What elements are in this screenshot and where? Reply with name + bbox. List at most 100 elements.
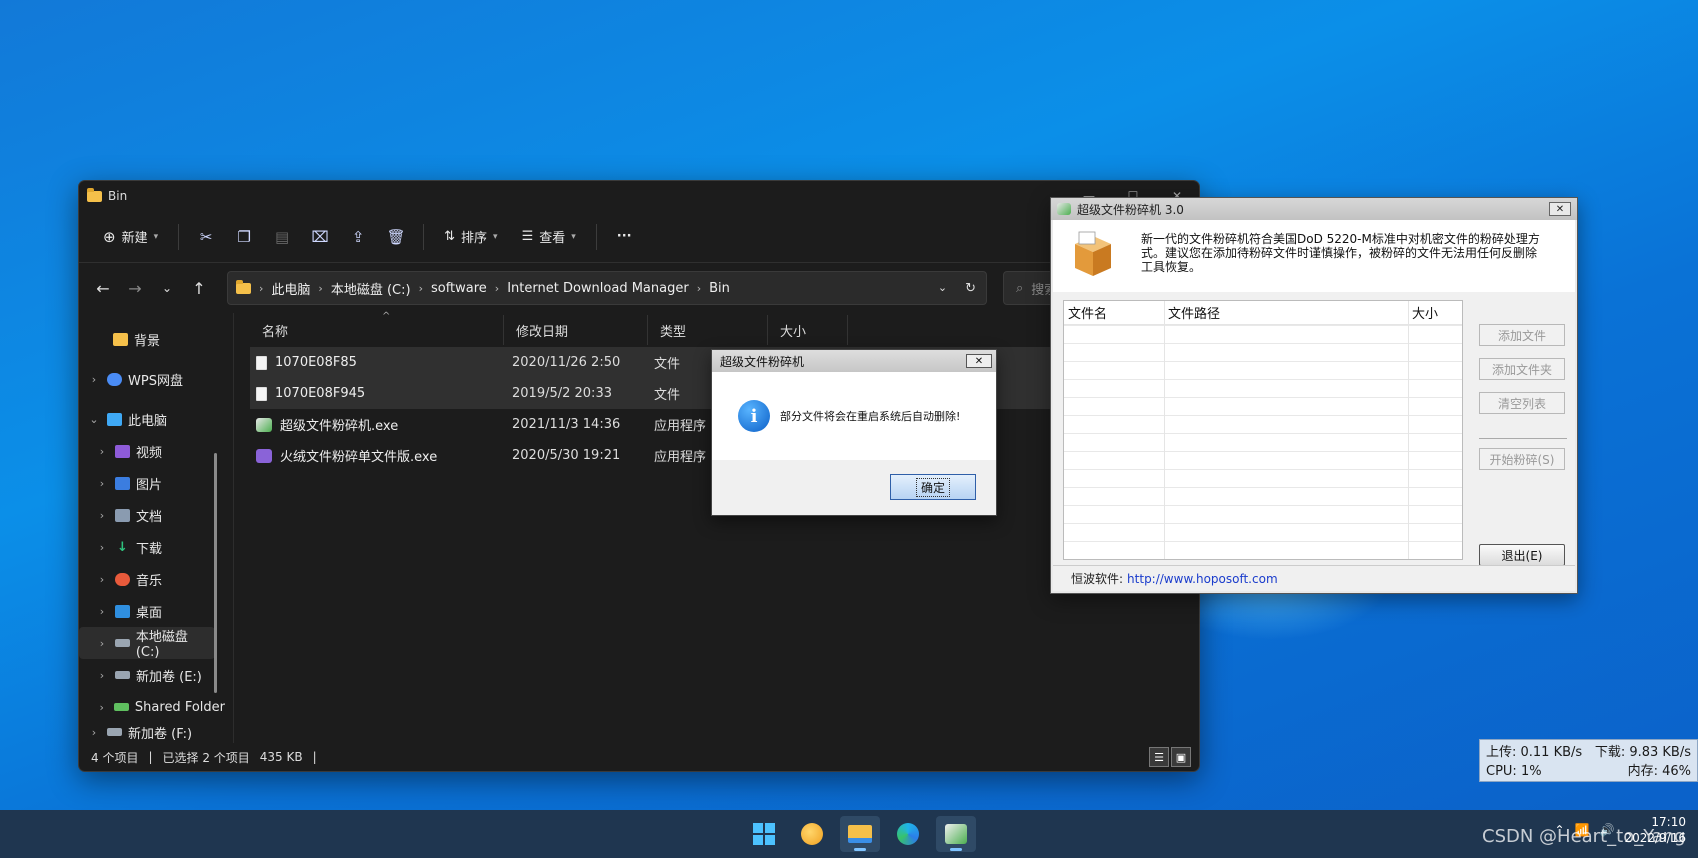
weather-button[interactable]: [792, 816, 832, 852]
folder-icon: [87, 187, 102, 202]
address-bar[interactable]: › 此电脑 › 本地磁盘 (C:) › software › Internet …: [227, 271, 987, 305]
address-dropdown-button[interactable]: ⌄: [938, 281, 947, 296]
memory-usage: 内存: 46%: [1627, 764, 1691, 779]
ok-button[interactable]: 确定: [890, 474, 976, 500]
chevron-right-icon[interactable]: ›: [87, 373, 101, 386]
sort-button[interactable]: ⇅ 排序 ▾: [434, 221, 507, 252]
shred-table-header: 文件名 文件路径 大小: [1064, 301, 1462, 325]
chevron-right-icon[interactable]: ›: [95, 541, 109, 554]
toolbar-divider: [178, 223, 180, 250]
sidebar-item-background[interactable]: 背景: [79, 323, 225, 355]
folder-icon: [236, 279, 251, 294]
rename-button[interactable]: ⌧: [303, 222, 337, 252]
chevron-right-icon[interactable]: ›: [87, 726, 101, 739]
column-header-filename[interactable]: 文件名: [1064, 301, 1164, 324]
plus-circle-icon: ⊕: [103, 227, 116, 246]
sidebar-item-documents[interactable]: › 文档: [79, 499, 225, 531]
dialog-title: 超级文件粉碎机: [720, 354, 805, 369]
edge-taskbar-button[interactable]: [888, 816, 928, 852]
status-divider: |: [148, 750, 153, 764]
column-header-size[interactable]: 大小: [1408, 301, 1462, 324]
breadcrumb-item[interactable]: software: [431, 281, 487, 296]
file-icon: [256, 386, 267, 401]
column-header-name[interactable]: 名称: [250, 315, 504, 345]
copy-button[interactable]: ❐: [227, 222, 261, 252]
shredder-box-icon: [1075, 231, 1111, 276]
breadcrumb-item[interactable]: Bin: [709, 281, 730, 296]
shred-file-table[interactable]: 文件名 文件路径 大小: [1063, 300, 1463, 560]
file-explorer-taskbar-button[interactable]: [840, 816, 880, 852]
chevron-right-icon[interactable]: ›: [95, 669, 109, 682]
watermark: CSDN @Heart_to_Yang: [1482, 826, 1686, 847]
share-button[interactable]: ⇪: [341, 222, 375, 252]
back-button[interactable]: ←: [89, 279, 117, 298]
vendor-link[interactable]: http://www.hoposoft.com: [1127, 572, 1278, 586]
shredder-titlebar[interactable]: 超级文件粉碎机 3.0 ✕: [1051, 198, 1577, 220]
sidebar-item-videos[interactable]: › 视频: [79, 435, 225, 467]
delete-button[interactable]: 🗑: [379, 222, 413, 252]
up-button[interactable]: ↑: [185, 279, 213, 298]
breadcrumb-separator-icon: ›: [696, 281, 702, 295]
shredder-taskbar-button[interactable]: [936, 816, 976, 852]
forward-button[interactable]: →: [121, 279, 149, 298]
column-header-size[interactable]: 大小: [768, 315, 848, 345]
explorer-titlebar[interactable]: Bin — ☐ ✕: [79, 181, 1199, 211]
sidebar-item-volume-f[interactable]: › 新加卷 (F:): [79, 723, 225, 742]
column-header-date[interactable]: 修改日期: [504, 315, 648, 345]
start-shred-button[interactable]: 开始粉碎(S): [1479, 448, 1565, 470]
column-header-type[interactable]: 类型: [648, 315, 768, 345]
sort-label: 排序: [461, 231, 488, 246]
edge-icon: [897, 823, 919, 845]
chevron-right-icon[interactable]: ›: [95, 637, 109, 650]
more-button[interactable]: ···: [607, 223, 642, 250]
breadcrumb-item[interactable]: Internet Download Manager: [507, 281, 689, 296]
recent-locations-button[interactable]: ⌄: [153, 281, 181, 295]
sidebar-item-this-pc[interactable]: ⌄ 此电脑: [79, 403, 225, 435]
tiles-view-button[interactable]: ▣: [1171, 747, 1191, 767]
breadcrumb-item[interactable]: 本地磁盘 (C:): [331, 279, 411, 298]
exit-button[interactable]: 退出(E): [1479, 544, 1565, 566]
vendor-label: 恒波软件:: [1071, 572, 1124, 586]
view-icon: ☰: [521, 229, 534, 244]
sidebar-item-music[interactable]: › 音乐: [79, 563, 225, 595]
sidebar-item-shared-folder[interactable]: › Shared Folder: [79, 691, 225, 723]
upload-speed: 上传: 0.11 KB/s: [1486, 745, 1583, 760]
chevron-right-icon[interactable]: ›: [95, 573, 109, 586]
chevron-right-icon[interactable]: ›: [95, 477, 109, 490]
dialog-titlebar[interactable]: 超级文件粉碎机 ✕: [712, 350, 996, 372]
status-bar: 4 个项目 | 已选择 2 个项目 435 KB | ☰ ▣: [79, 743, 1199, 771]
add-file-button[interactable]: 添加文件: [1479, 324, 1565, 346]
sidebar-item-wps-cloud[interactable]: › WPS网盘: [79, 363, 225, 395]
sidebar-item-volume-e[interactable]: › 新加卷 (E:): [79, 659, 225, 691]
sidebar-item-pictures[interactable]: › 图片: [79, 467, 225, 499]
trash-icon: 🗑: [386, 227, 406, 246]
chevron-down-icon[interactable]: ⌄: [87, 413, 101, 426]
button-divider: [1479, 438, 1567, 439]
sidebar-item-desktop[interactable]: › 桌面: [79, 595, 225, 627]
refresh-button[interactable]: ↻: [965, 281, 976, 296]
close-button[interactable]: ✕: [1549, 202, 1571, 216]
details-view-button[interactable]: ☰: [1149, 747, 1169, 767]
add-folder-button[interactable]: 添加文件夹: [1479, 358, 1565, 380]
sidebar-item-downloads[interactable]: › ↓ 下载: [79, 531, 225, 563]
navigation-pane-scrollbar[interactable]: [214, 453, 217, 693]
paste-button[interactable]: ▤: [265, 222, 299, 252]
shredder-app-icon: [945, 824, 967, 844]
chevron-right-icon[interactable]: ›: [95, 605, 109, 618]
breadcrumb-item[interactable]: 此电脑: [271, 279, 310, 298]
chevron-right-icon[interactable]: ›: [95, 445, 109, 458]
sidebar-item-local-disk-c[interactable]: › 本地磁盘 (C:): [79, 627, 215, 660]
chevron-right-icon[interactable]: ›: [95, 509, 109, 522]
item-count: 4 个项目: [91, 750, 139, 765]
column-header-filepath[interactable]: 文件路径: [1164, 301, 1408, 324]
rename-icon: ⌧: [311, 227, 329, 246]
new-button[interactable]: ⊕ 新建 ▾: [93, 221, 168, 252]
column-divider: [1408, 301, 1409, 559]
chevron-right-icon[interactable]: ›: [95, 701, 108, 714]
ok-label: 确定: [915, 477, 950, 497]
start-button[interactable]: [744, 816, 784, 852]
view-button[interactable]: ☰ 查看 ▾: [512, 221, 586, 252]
clear-list-button[interactable]: 清空列表: [1479, 392, 1565, 414]
close-button[interactable]: ✕: [966, 354, 992, 368]
cut-button[interactable]: ✂: [189, 222, 223, 252]
